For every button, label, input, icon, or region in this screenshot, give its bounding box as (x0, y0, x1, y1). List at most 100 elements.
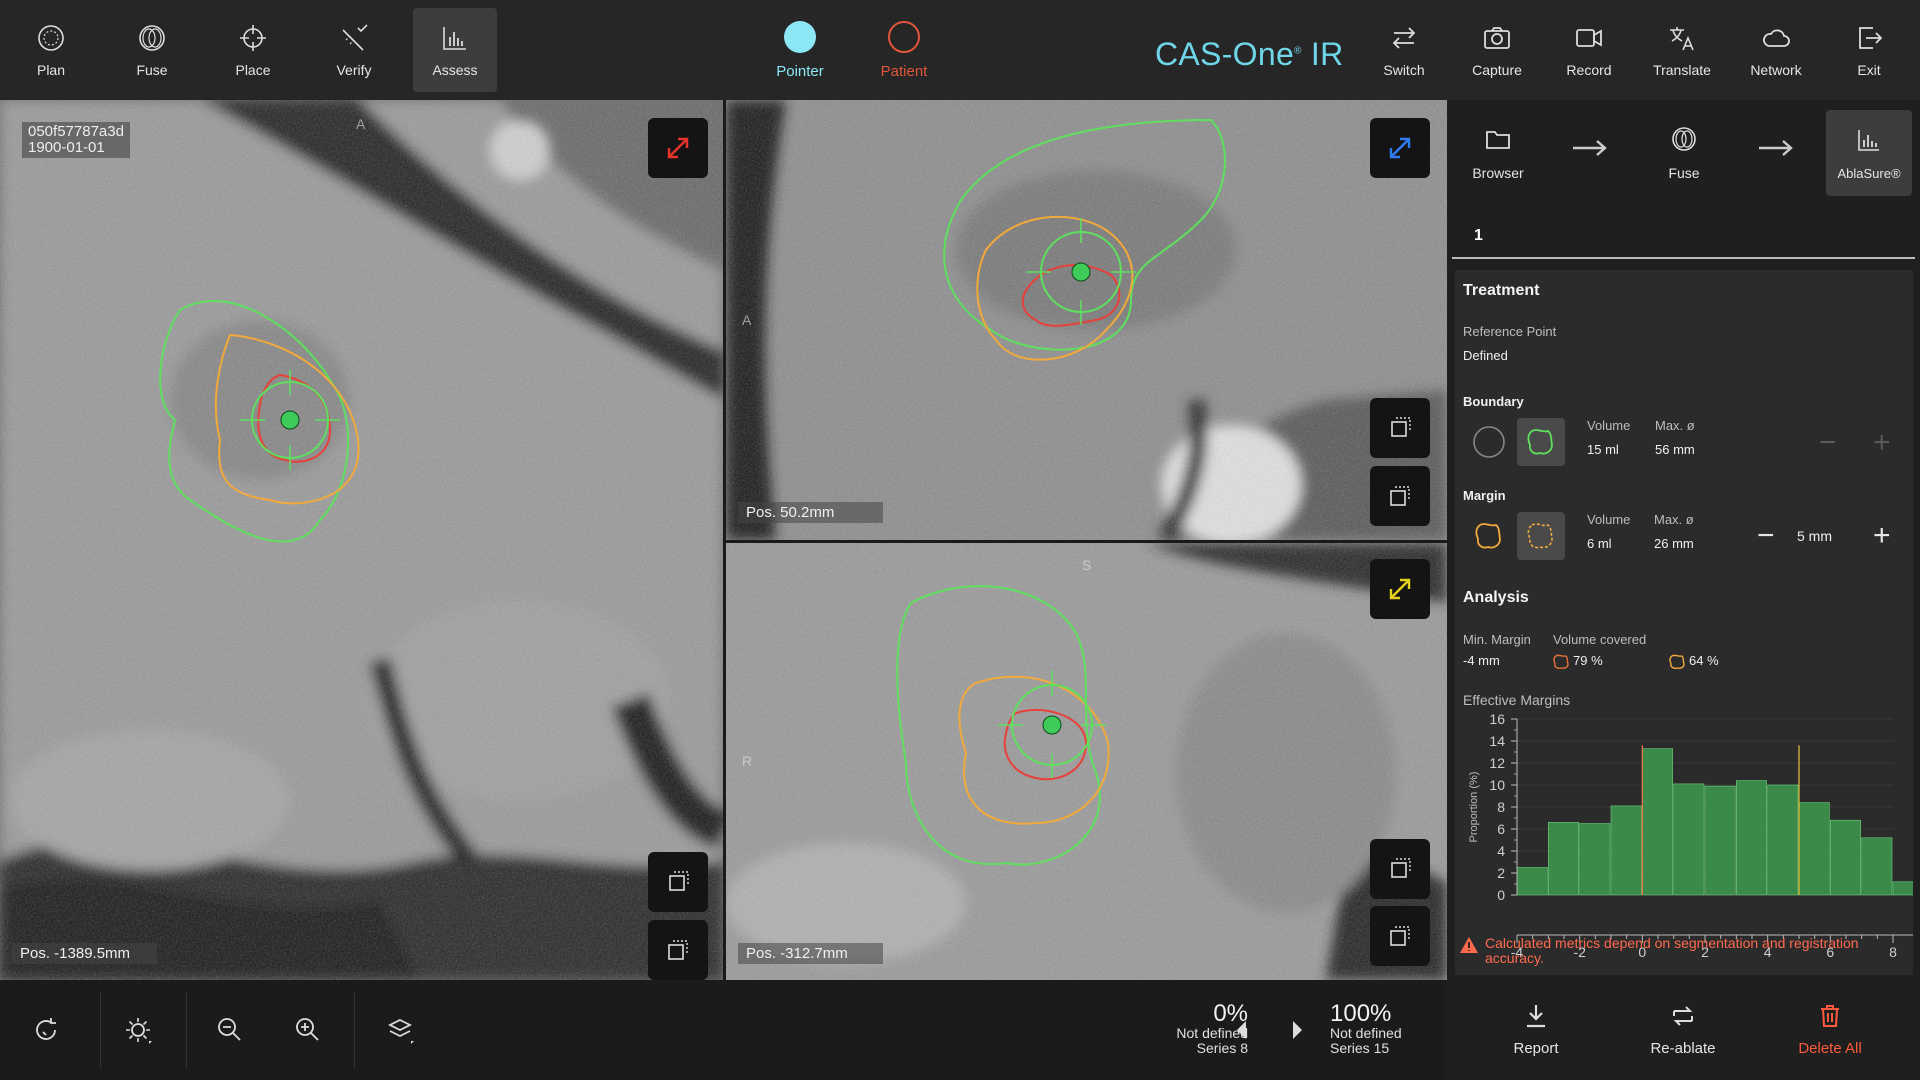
caret-left-icon (1237, 1021, 1246, 1039)
action-bar: Report Re-ablate Delete All (1447, 980, 1920, 1080)
histogram-bar (1704, 785, 1736, 896)
switch-button[interactable]: Switch (1362, 8, 1446, 92)
margin-coverage-icon (1669, 654, 1685, 669)
report-button[interactable]: Report (1471, 1002, 1601, 1057)
histogram-bar (1548, 822, 1579, 896)
boundary-max-value: 56 mm (1655, 442, 1695, 457)
zoom-in-icon (296, 1018, 319, 1041)
fuse-button[interactable]: Fuse (110, 8, 194, 92)
pointer-label: Pointer (776, 62, 824, 80)
pointer-button[interactable]: Pointer (745, 10, 855, 90)
assess-button[interactable]: Assess (413, 8, 497, 92)
workflow-ablasure-button[interactable]: AblaSure® (1826, 110, 1912, 196)
translate-button[interactable]: Translate (1640, 8, 1724, 92)
ct-image-sagittal (726, 100, 1447, 540)
min-margin-label: Min. Margin (1463, 632, 1531, 647)
margin-decrease-button[interactable]: − (1757, 521, 1775, 551)
delete-all-button[interactable]: Delete All (1765, 1002, 1895, 1057)
margin-increase-button[interactable]: + (1873, 521, 1891, 551)
camera-icon (1484, 27, 1510, 49)
re-ablate-button[interactable]: Re-ablate (1618, 1002, 1748, 1057)
expand-viewport-button[interactable] (648, 118, 708, 178)
bottom-toolbar: 0% Not defined Series 8 100% Not defined… (0, 980, 1447, 1080)
download-icon (1527, 1005, 1545, 1028)
boundary-coverage-icon (1553, 654, 1569, 669)
switch-label: Switch (1383, 62, 1425, 78)
viewport-top-right[interactable]: A Pos. 50.2mm (726, 100, 1447, 540)
record-button[interactable]: Record (1547, 8, 1631, 92)
place-button[interactable]: Place (211, 8, 295, 92)
separator (100, 992, 101, 1068)
fusion-decrease-button[interactable] (1222, 1000, 1262, 1060)
orientation-label-left: R (742, 753, 753, 769)
region-select-button[interactable] (1370, 466, 1430, 526)
warning-text: Calculated metrics depend on segmentatio… (1485, 935, 1859, 966)
rotate-button[interactable] (16, 1000, 76, 1060)
expand-viewport-button[interactable] (1370, 118, 1430, 178)
layers-button[interactable] (370, 1000, 430, 1060)
brand-logo: CAS-One® IR (1155, 36, 1344, 72)
layers-icon (387, 1018, 414, 1044)
capture-label: Capture (1472, 62, 1522, 78)
workflow-fuse-button[interactable]: Fuse (1641, 110, 1727, 196)
viewport-left[interactable]: 050f57787a3d 1900-01-01 A Pos. -1389.5mm (0, 100, 723, 980)
y-tick-label: 0 (1497, 887, 1505, 903)
boundary-title: Boundary (1463, 394, 1524, 409)
margin-volume-label: Volume (1587, 512, 1631, 527)
margin-freeform-button[interactable] (1465, 512, 1513, 560)
boundary-decrease-button[interactable]: − (1819, 428, 1837, 458)
video-icon (1576, 29, 1602, 47)
viewport-bottom-right[interactable]: S R Pos. -312.7mm (726, 543, 1447, 980)
network-button[interactable]: Network (1734, 8, 1818, 92)
assess-label: Assess (432, 62, 478, 78)
plan-button[interactable]: Plan (9, 8, 93, 92)
margin-max-label: Max. ø (1654, 512, 1694, 527)
crop-region-button[interactable] (1370, 839, 1430, 899)
boundary-increase-button[interactable]: + (1873, 428, 1891, 458)
histogram-bar (1767, 784, 1799, 896)
y-tick-label: 16 (1489, 711, 1505, 727)
region-select-icon (668, 940, 688, 960)
workflow-browser-button[interactable]: Browser (1455, 110, 1541, 196)
boundary-freeform-button[interactable] (1517, 418, 1565, 466)
tab-underline (1452, 257, 1915, 259)
exit-button[interactable]: Exit (1827, 8, 1911, 92)
margin-coverage-value: 64 % (1689, 653, 1719, 668)
reference-point-label: Reference Point (1463, 324, 1557, 339)
verify-icon (342, 24, 368, 51)
region-select-icon (1390, 926, 1410, 946)
crop-region-button[interactable] (1370, 398, 1430, 458)
expand-viewport-button[interactable] (1370, 559, 1430, 619)
margin-dashed-button[interactable] (1517, 512, 1565, 560)
y-tick-label: 14 (1489, 733, 1505, 749)
zoom-out-button[interactable] (200, 1000, 260, 1060)
analysis-title: Analysis (1463, 589, 1529, 606)
boundary-max-label: Max. ø (1655, 418, 1695, 433)
top-toolbar: Plan Fuse Place Verify Assess Pointer Pa… (0, 0, 1920, 100)
capture-button[interactable]: Capture (1455, 8, 1539, 92)
zoom-in-button[interactable] (278, 1000, 338, 1060)
y-tick-label: 12 (1489, 755, 1505, 771)
patient-button[interactable]: Patient (849, 10, 959, 90)
crop-region-button[interactable] (648, 852, 708, 912)
region-select-button[interactable] (1370, 906, 1430, 966)
region-select-button[interactable] (648, 920, 708, 980)
patient-info: 050f57787a3d 1900-01-01 (22, 122, 130, 158)
crop-icon (1391, 417, 1411, 437)
verify-button[interactable]: Verify (312, 8, 396, 92)
analysis-card: Analysis Min. Margin -4 mm Volume covere… (1455, 575, 1913, 975)
window-level-button[interactable] (108, 1000, 168, 1060)
treatment-tab-1[interactable]: 1 (1452, 220, 1502, 260)
exit-icon (1859, 27, 1883, 49)
re-ablate-icon (1673, 1006, 1693, 1026)
boundary-coverage-value: 79 % (1573, 653, 1603, 668)
fusion-increase-button[interactable] (1277, 1000, 1317, 1060)
y-tick-label: 2 (1497, 865, 1505, 881)
histogram-bar (1798, 802, 1830, 896)
boundary-sphere-button[interactable] (1465, 418, 1513, 466)
histogram-bar (1830, 819, 1861, 896)
region-select-icon (1390, 486, 1410, 506)
histogram-bar (1861, 837, 1893, 896)
place-label: Place (235, 62, 271, 78)
histogram-bar (1579, 823, 1611, 896)
